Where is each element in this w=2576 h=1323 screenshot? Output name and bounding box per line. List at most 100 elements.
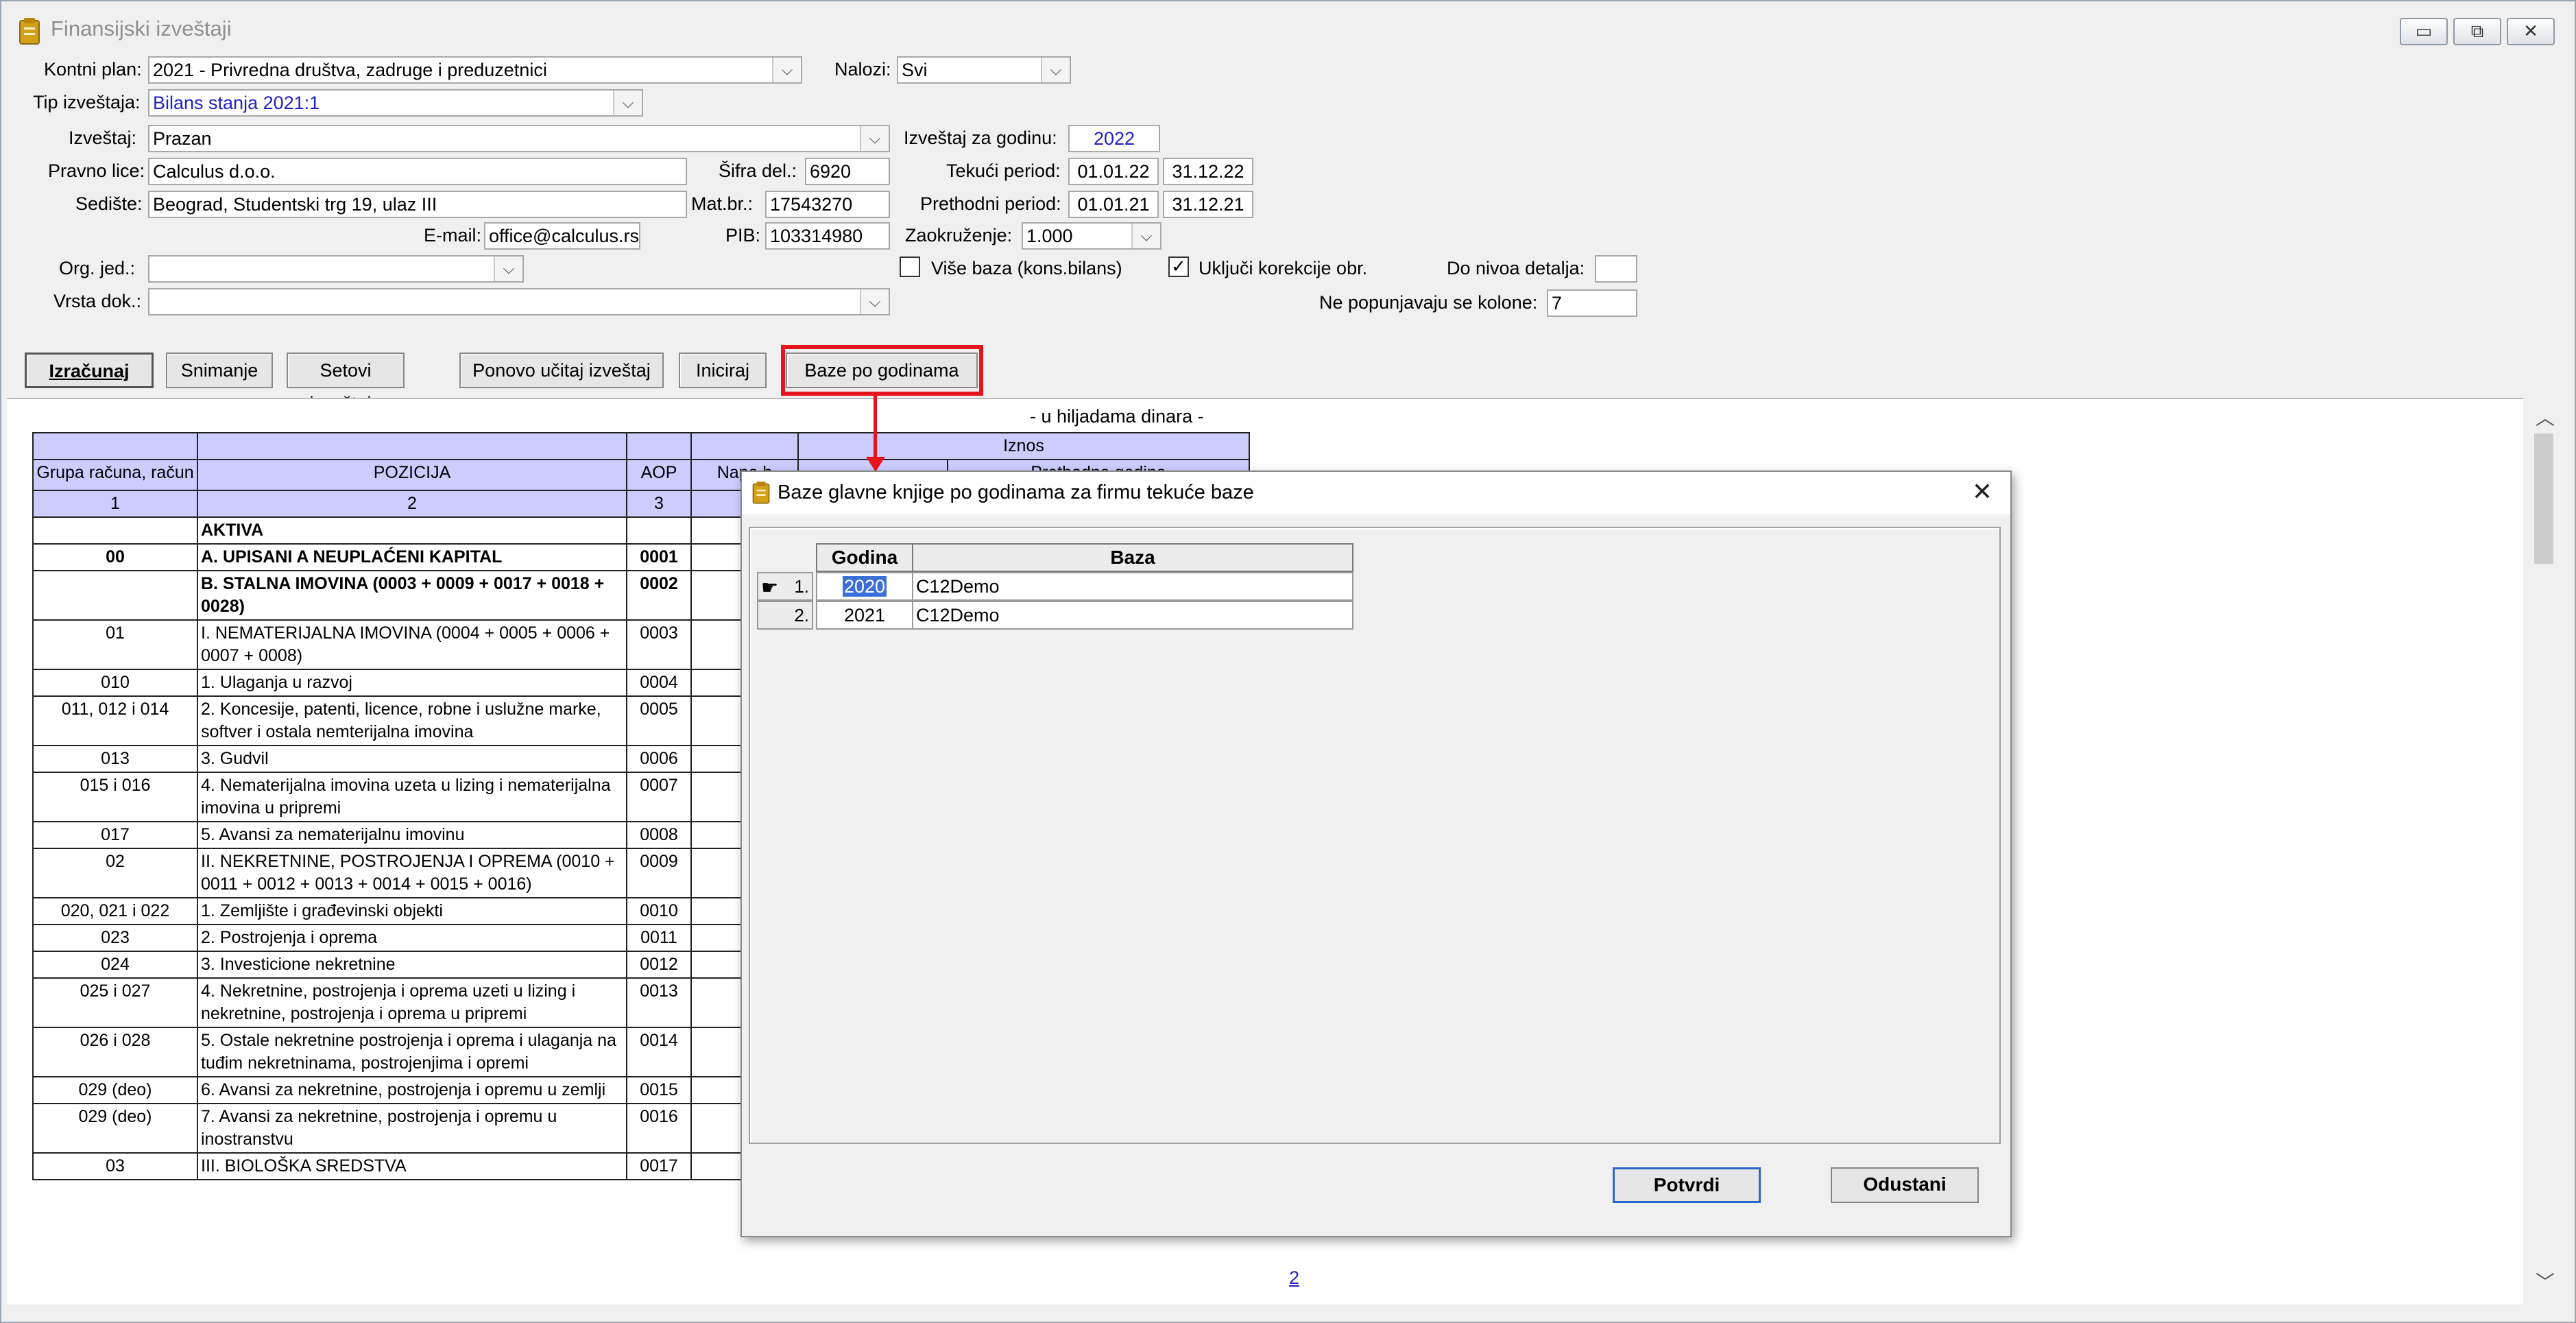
email-field[interactable]: office@calculus.rs [484,222,640,250]
prethodni-period-label: Prethodni period: [920,193,1061,214]
email-label: E-mail: [424,225,482,246]
col-godina-header[interactable]: Godina [816,543,913,572]
row-indicator[interactable]: 2. [757,601,813,630]
potvrdi-button[interactable]: Potvrdi [1613,1167,1761,1203]
close-icon[interactable]: ✕ [1972,477,1993,506]
grupa-cell: 023 [32,924,198,952]
tip-izvestaja-label: Tip izveštaja: [33,92,141,112]
app-icon [752,481,770,504]
dialog-title: Baze glavne knjige po godinama za firmu … [778,481,1254,503]
prethodni-do-field[interactable]: 31.12.21 [1163,191,1253,218]
pozicija-cell: 2. Postrojenja i oprema [197,924,627,952]
chevron-down-icon[interactable]: ⌵ [494,257,522,281]
aop-cell: 0001 [626,543,692,571]
ukljuci-korekcije-checkbox[interactable]: ✓ [1168,257,1189,277]
matbr-field[interactable]: 17543270 [765,191,890,218]
do-nivoa-detalja-field[interactable] [1595,255,1637,283]
scroll-down-icon[interactable]: ﹀ [2536,1267,2555,1295]
ne-popunjavaju-field[interactable]: 7 [1547,289,1637,317]
vise-baza-checkbox[interactable] [900,257,920,277]
nalozi-combo[interactable]: Svi ⌵ [897,56,1071,84]
pozicija-cell: 5. Avansi za nematerijalnu imovinu [197,821,627,849]
aop-cell: 0007 [626,772,692,822]
restore-button[interactable]: ⧉ [2453,18,2501,45]
app-icon [19,18,40,45]
sediste-label: Sedište: [75,193,143,214]
pib-label: PIB: [725,225,761,246]
sifra-delatnosti-field[interactable]: 6920 [805,158,890,185]
grupa-cell: 00 [32,543,198,571]
aop-cell: 0015 [626,1076,692,1104]
grupa-cell: 026 i 028 [32,1027,198,1077]
baza-cell[interactable]: C12Demo [912,572,1353,601]
scrollbar-thumb[interactable] [2534,433,2553,564]
col-baza-header[interactable]: Baza [912,543,1353,572]
chevron-down-icon[interactable]: ⌵ [1041,58,1070,82]
iniciraj-button[interactable]: Iniciraj [679,353,767,388]
pozicija-cell: 4. Nekretnine, postrojenja i oprema uzet… [197,977,627,1028]
aop-cell: 0013 [626,977,692,1028]
grupa-cell: 02 [32,848,198,898]
zaokruzenje-combo[interactable]: 1.000 ⌵ [1022,222,1161,250]
tekuci-od-field[interactable]: 01.01.22 [1068,158,1159,185]
prethodni-od-field[interactable]: 01.01.21 [1068,191,1159,218]
vertical-scrollbar[interactable]: ︿ ﹀ [2523,398,2564,1303]
grupa-cell: 024 [32,951,198,979]
col-aop: AOP [626,459,692,491]
pravno-lice-field[interactable]: Calculus d.o.o. [148,158,687,185]
highlight-box [781,345,983,396]
main-window: Finansijski izveštaji ▭ ⧉ ✕ Kontni plan:… [0,0,2576,1323]
chevron-down-icon[interactable]: ⌵ [613,91,642,115]
kontni-plan-label: Kontni plan: [44,59,142,80]
minimize-button[interactable]: ▭ [2400,18,2448,45]
pozicija-cell: B. STALNA IMOVINA (0003 + 0009 + 0017 + … [197,570,627,621]
grupa-cell: 017 [32,821,198,849]
chevron-down-icon[interactable]: ⌵ [860,289,889,314]
chevron-down-icon[interactable]: ⌵ [860,126,889,151]
grupa-cell: 010 [32,669,198,697]
ponovo-ucitaj-button[interactable]: Ponovo učitaj izveštaj [459,353,664,388]
snimanje-button[interactable]: Snimanje [166,353,273,388]
do-nivoa-detalja-label: Do nivoa detalja: [1447,258,1585,278]
pozicija-cell: 7. Avansi za nekretnine, postrojenja i o… [197,1103,627,1154]
odustani-button[interactable]: Odustani [1831,1167,1979,1203]
vise-baza-label: Više baza (kons.bilans) [931,258,1122,278]
godina-cell[interactable]: 2021 [816,601,913,630]
pozicija-cell: 3. Investicione nekretnine [197,951,627,979]
scroll-up-icon[interactable]: ︿ [2536,403,2555,431]
godina-field[interactable]: 2022 [1068,125,1160,152]
kontni-plan-value: 2021 - Privredna društva, zadruge i pred… [153,60,547,80]
row-indicator[interactable]: ☛ 1. [757,572,813,601]
grupa-cell: 025 i 027 [32,977,198,1028]
setovi-izvestaja-button[interactable]: Setovi izveštaja [287,353,405,414]
godina-value: 2020 [842,576,887,597]
pozicija-cell: III. BIOLOŠKA SREDSTVA [197,1152,627,1180]
pozicija-cell: A. UPISANI A NEUPLAĆENI KAPITAL [197,543,627,571]
grupa-cell: 020, 021 i 022 [32,897,198,925]
pozicija-cell: 1. Zemljište i građevinski objekti [197,897,627,925]
baza-cell[interactable]: C12Demo [912,601,1353,630]
chevron-down-icon[interactable]: ⌵ [772,58,801,82]
ukljuci-korekcije-label: Uključi korekcije obr. [1199,258,1368,278]
ne-popunjavaju-label: Ne popunjavaju se kolone: [1319,292,1538,313]
unit-note: - u hiljadama dinara - [1030,406,1204,427]
close-button[interactable]: ✕ [2507,18,2555,45]
izvestaj-label: Izveštaj: [69,128,137,148]
org-jed-combo[interactable]: ⌵ [148,255,524,283]
row-index: 1. [794,576,809,597]
aop-cell: 0003 [626,619,692,670]
row-index: 2. [794,605,809,625]
vrsta-dok-combo[interactable]: ⌵ [148,288,890,315]
tip-izvestaja-combo[interactable]: Bilans stanja 2021:1 ⌵ [148,89,643,117]
sediste-field[interactable]: Beograd, Studentski trg 19, ulaz III [148,191,687,218]
pib-field[interactable]: 103314980 [765,222,890,250]
chevron-down-icon[interactable]: ⌵ [1131,224,1160,248]
tekuci-do-field[interactable]: 31.12.22 [1163,158,1253,185]
izvestaj-combo[interactable]: Prazan ⌵ [148,125,890,152]
godina-cell[interactable]: 2020 [816,572,913,601]
kontni-plan-combo[interactable]: 2021 - Privredna društva, zadruge i pred… [148,56,802,84]
izracunaj-button[interactable]: Izračunaj [25,353,154,388]
pozicija-cell: 6. Avansi za nekretnine, postrojenja i o… [197,1076,627,1104]
page-link[interactable]: 2 [1289,1267,1299,1289]
aop-cell: 0005 [626,695,692,746]
